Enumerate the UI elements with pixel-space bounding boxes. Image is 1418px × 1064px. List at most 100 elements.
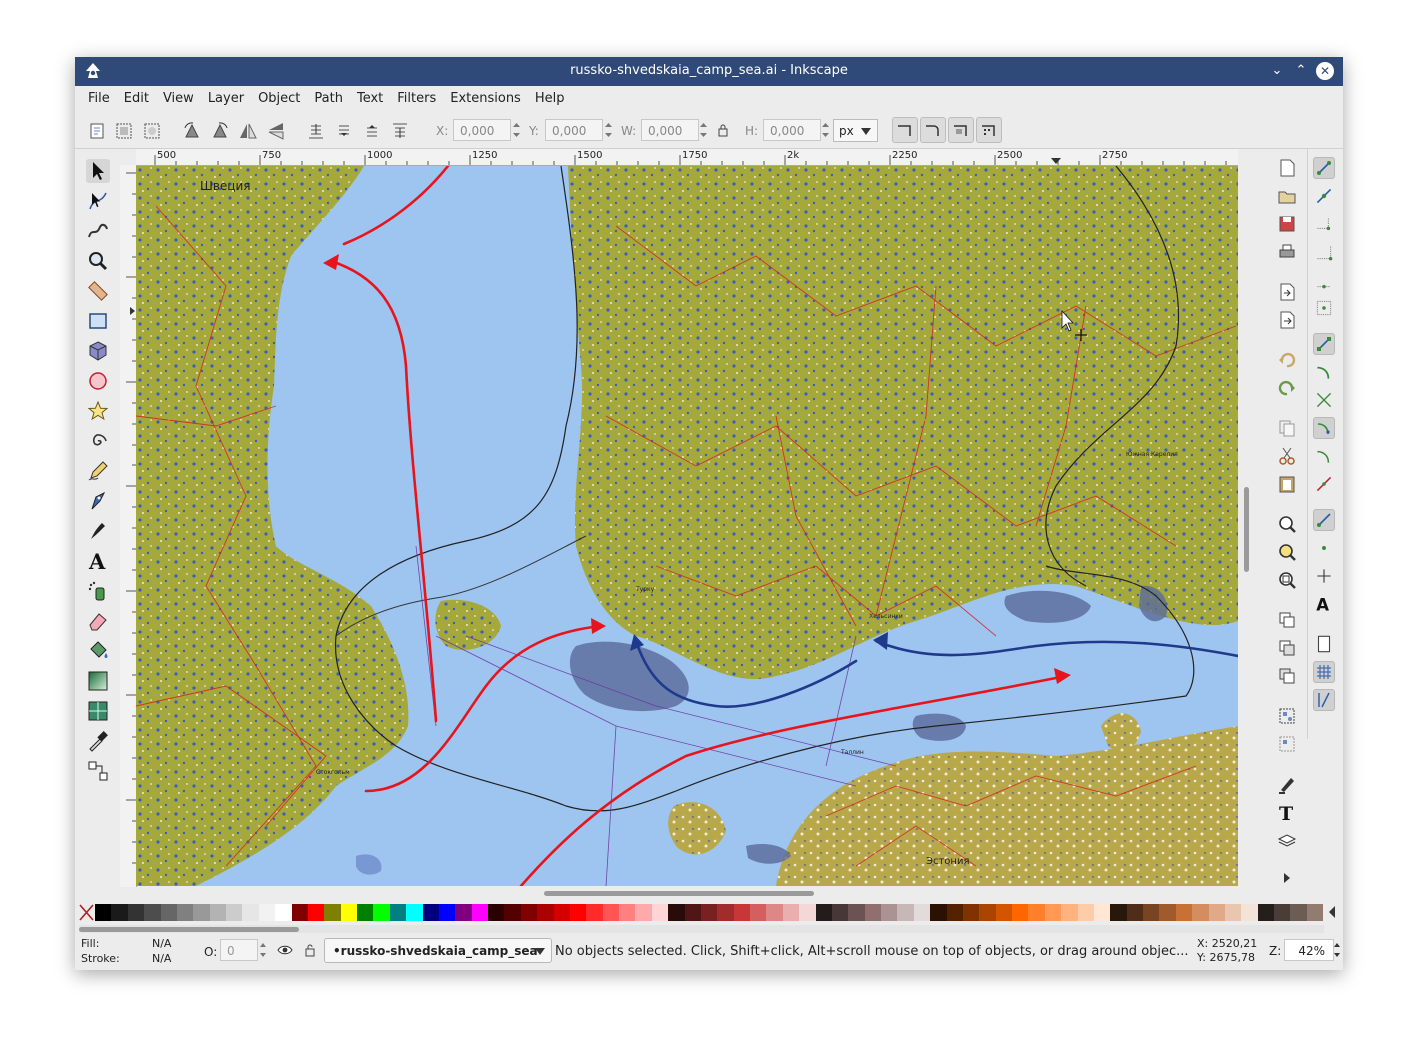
fill-stroke-icon[interactable] [1276, 773, 1298, 795]
eraser-tool-icon[interactable] [86, 609, 110, 633]
vertical-scrollbar[interactable] [1241, 166, 1253, 886]
flip-vertical-icon[interactable] [265, 120, 287, 142]
ungroup-icon[interactable] [1276, 733, 1298, 755]
color-swatch[interactable] [1290, 904, 1307, 921]
measure-tool-icon[interactable] [86, 279, 110, 303]
h-spin-arrows-icon[interactable] [820, 119, 831, 141]
color-swatch[interactable] [799, 904, 816, 921]
unit-select[interactable]: px [833, 119, 878, 142]
h-input[interactable]: 0,000 [763, 119, 821, 141]
color-swatch[interactable] [340, 904, 357, 921]
lock-icon[interactable] [717, 123, 729, 137]
move-patterns-toggle[interactable] [976, 117, 1002, 143]
group-icon[interactable] [1276, 705, 1298, 727]
palette-scroll-left-icon[interactable] [1327, 905, 1337, 919]
connector-tool-icon[interactable] [86, 759, 110, 783]
snap-line-midpoints-icon[interactable] [1313, 473, 1335, 495]
color-swatch[interactable] [848, 904, 865, 921]
menu-filters[interactable]: Filters [390, 86, 443, 111]
color-swatch[interactable] [160, 904, 177, 921]
color-swatch[interactable] [569, 904, 587, 921]
w-input[interactable]: 0,000 [641, 119, 699, 141]
3d-box-tool-icon[interactable] [86, 339, 110, 363]
rectangle-tool-icon[interactable] [86, 309, 110, 333]
star-tool-icon[interactable] [86, 399, 110, 423]
scale-stroke-toggle[interactable] [892, 117, 918, 143]
vertical-scroll-thumb[interactable] [1244, 487, 1249, 572]
color-swatch[interactable] [1028, 904, 1045, 921]
color-swatch[interactable] [144, 904, 161, 921]
menu-edit[interactable]: Edit [117, 86, 156, 111]
rotate-cw-icon[interactable] [209, 120, 231, 142]
copy-icon[interactable] [1276, 417, 1298, 439]
color-swatch[interactable] [422, 904, 439, 921]
snap-enable-icon[interactable] [1313, 157, 1335, 179]
color-swatch[interactable] [111, 904, 128, 921]
color-swatch[interactable] [471, 904, 488, 921]
color-swatch[interactable] [717, 904, 734, 921]
color-swatch[interactable] [864, 904, 881, 921]
color-swatch[interactable] [258, 904, 276, 921]
zoom-tool-icon[interactable] [86, 249, 110, 273]
dropper-tool-icon[interactable] [86, 729, 110, 753]
w-spin-arrows-icon[interactable] [698, 119, 709, 141]
color-swatch[interactable] [897, 904, 914, 921]
color-swatch[interactable] [586, 904, 603, 921]
color-swatch[interactable] [1175, 904, 1193, 921]
layers-icon[interactable] [1276, 829, 1298, 851]
pencil-tool-icon[interactable] [86, 459, 110, 483]
tweak-tool-icon[interactable] [86, 219, 110, 243]
import-icon[interactable] [1276, 281, 1298, 303]
paint-bucket-tool-icon[interactable] [86, 639, 110, 663]
color-swatch[interactable] [1012, 904, 1029, 921]
color-swatch[interactable] [324, 904, 341, 921]
x-input[interactable]: 0,000 [453, 119, 511, 141]
menu-help[interactable]: Help [528, 86, 572, 111]
color-swatch[interactable] [275, 904, 292, 921]
color-swatch[interactable] [815, 904, 832, 921]
snap-cusp-nodes-icon[interactable] [1313, 417, 1335, 439]
pen-tool-icon[interactable] [86, 489, 110, 513]
color-swatch[interactable] [176, 904, 194, 921]
text-tool-icon[interactable]: A [86, 549, 110, 574]
select-all-icon[interactable] [86, 120, 108, 142]
snap-others-icon[interactable] [1313, 509, 1335, 531]
color-swatch[interactable] [455, 904, 472, 921]
rotate-ccw-icon[interactable] [181, 120, 203, 142]
horizontal-scroll-thumb[interactable] [544, 891, 814, 896]
snap-text-baseline-icon[interactable]: A [1313, 593, 1335, 615]
color-swatch[interactable] [438, 904, 456, 921]
color-swatch[interactable] [700, 904, 718, 921]
snap-object-midpoints-icon[interactable] [1313, 537, 1335, 559]
spiral-tool-icon[interactable] [86, 429, 110, 453]
color-swatch[interactable] [1093, 904, 1111, 921]
export-icon[interactable] [1276, 309, 1298, 331]
menu-text[interactable]: Text [350, 86, 390, 111]
stroke-value[interactable]: N/A [152, 952, 171, 965]
color-swatch[interactable] [831, 904, 849, 921]
gradient-tool-icon[interactable] [86, 669, 110, 693]
color-swatch[interactable] [1061, 904, 1078, 921]
snap-intersections-icon[interactable] [1313, 389, 1335, 411]
color-swatch[interactable] [995, 904, 1012, 921]
color-swatch[interactable] [95, 904, 112, 921]
color-swatch[interactable] [619, 904, 636, 921]
color-swatch[interactable] [520, 904, 538, 921]
color-swatch[interactable] [913, 904, 931, 921]
calligraphy-tool-icon[interactable] [86, 519, 110, 543]
raise-to-top-icon[interactable] [389, 120, 411, 142]
deselect-icon[interactable] [141, 120, 163, 142]
color-swatch[interactable] [1077, 904, 1094, 921]
x-spin-arrows-icon[interactable] [511, 119, 522, 141]
menu-object[interactable]: Object [251, 86, 307, 111]
snap-bbox-center-icon[interactable] [1313, 297, 1335, 319]
zoom-selection-icon[interactable] [1276, 513, 1298, 535]
cut-icon[interactable] [1276, 445, 1298, 467]
color-swatch[interactable] [127, 904, 145, 921]
scale-corners-toggle[interactable] [920, 117, 946, 143]
color-swatch[interactable] [930, 904, 947, 921]
snap-page-border-icon[interactable] [1313, 633, 1335, 655]
color-swatch[interactable] [553, 904, 570, 921]
color-swatch[interactable] [1224, 904, 1242, 921]
color-swatch[interactable] [1110, 904, 1127, 921]
